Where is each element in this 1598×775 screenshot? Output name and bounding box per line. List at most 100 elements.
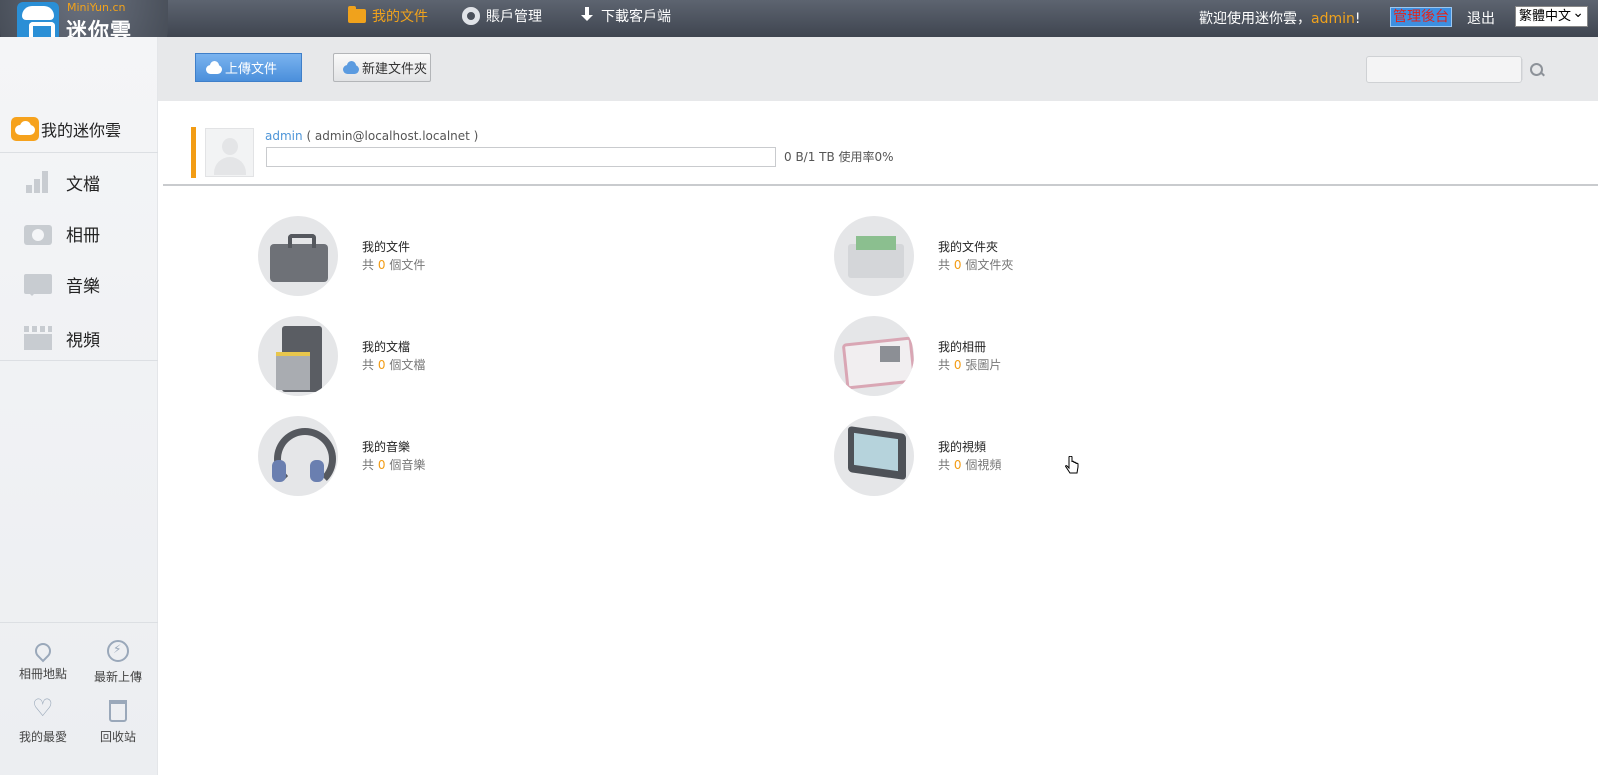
user-email: ( admin@localhost.localnet ): [306, 129, 479, 143]
count-suffix: 個文檔: [389, 358, 426, 372]
tool-recent-uploads[interactable]: 最新上傳: [88, 640, 148, 685]
category-count: 共 0 個文件: [362, 256, 425, 273]
category-count: 共 0 個視頻: [938, 456, 1001, 473]
sidebar-item-label: 相冊: [66, 225, 100, 246]
logo-icon[interactable]: [17, 2, 59, 42]
bar-chart-icon: [24, 169, 52, 195]
count-suffix: 張圖片: [965, 358, 1002, 372]
monitor-icon: [834, 416, 914, 496]
download-icon: [579, 7, 595, 25]
panel-divider: [163, 184, 1598, 186]
category-my-folders[interactable]: 我的文件夾 共 0 個文件夾: [834, 216, 1194, 296]
count-prefix: 共: [362, 258, 375, 272]
storage-quota-bar: [266, 147, 776, 167]
welcome-username: admin: [1311, 11, 1355, 27]
message-icon: [24, 274, 52, 296]
language-select-value: 繁體中文: [1519, 9, 1572, 24]
new-folder-label: 新建文件夾: [362, 62, 428, 77]
upload-file-button[interactable]: 上傳文件: [195, 53, 302, 82]
sidebar-item-label: 視頻: [66, 330, 100, 351]
tool-label: 相冊地點: [18, 667, 67, 681]
sidebar-tools: 相冊地點 最新上傳 我的最愛 回收站: [0, 622, 158, 744]
count-prefix: 共: [362, 358, 375, 372]
language-select[interactable]: 繁體中文: [1515, 4, 1588, 27]
category-my-documents[interactable]: 我的文檔 共 0 個文檔: [258, 316, 618, 396]
count-prefix: 共: [938, 458, 951, 472]
count-number: 0: [953, 258, 962, 272]
camera-icon: [24, 225, 52, 245]
count-number: 0: [377, 358, 386, 372]
search-input[interactable]: [1367, 57, 1517, 82]
clapperboard-icon: [24, 326, 52, 350]
nav-my-files-label: 我的文件: [372, 9, 428, 25]
cloud-add-icon: [343, 60, 359, 75]
nav-account-management[interactable]: 賬戶管理: [462, 0, 542, 32]
sidebar-divider: [0, 360, 158, 361]
logo-subtitle: MiniYun.cn: [67, 1, 126, 14]
user-panel-accent: [191, 127, 196, 178]
user-info: admin ( admin@localhost.localnet ): [265, 129, 478, 143]
location-pin-icon: [31, 639, 55, 663]
category-count: 共 0 個文件夾: [938, 256, 1013, 273]
sidebar-item-albums[interactable]: 相冊: [0, 211, 158, 255]
search-icon[interactable]: [1530, 63, 1544, 77]
briefcase-icon: [258, 216, 338, 296]
sidebar-item-label: 音樂: [66, 276, 100, 297]
heart-icon: [32, 694, 54, 722]
category-count: 共 0 個音樂: [362, 456, 425, 473]
category-my-music[interactable]: 我的音樂 共 0 個音樂: [258, 416, 618, 496]
tool-label: 我的最愛: [18, 730, 67, 744]
cloud-upload-icon: [206, 60, 222, 75]
nav-download-label: 下載客戶端: [601, 9, 671, 25]
photo-album-icon: [834, 316, 914, 396]
tool-album-locations[interactable]: 相冊地點: [13, 639, 73, 682]
count-prefix: 共: [938, 358, 951, 372]
count-prefix: 共: [362, 458, 375, 472]
sidebar-title[interactable]: 我的迷你雲: [11, 117, 121, 141]
nav-account-label: 賬戶管理: [486, 9, 542, 25]
count-number: 0: [953, 458, 962, 472]
tool-label: 回收站: [99, 730, 136, 744]
avatar[interactable]: [205, 128, 254, 177]
count-suffix: 個視頻: [965, 458, 1002, 472]
count-number: 0: [953, 358, 962, 372]
sidebar-item-music[interactable]: 音樂: [0, 262, 158, 306]
toolbar: 上傳文件 新建文件夾: [158, 37, 1598, 101]
category-title: 我的相冊: [938, 340, 987, 354]
user-name-link[interactable]: admin: [265, 129, 303, 143]
tool-favorites[interactable]: 我的最愛: [13, 694, 73, 745]
file-drawer-icon: [834, 216, 914, 296]
storage-quota-text: 0 B/1 TB 使用率0%: [784, 150, 894, 164]
count-suffix: 個文件夾: [965, 258, 1014, 272]
trash-icon: [109, 700, 127, 722]
upload-file-label: 上傳文件: [225, 62, 278, 77]
folder-icon: [348, 6, 366, 23]
lightning-icon: [107, 640, 129, 662]
category-my-files[interactable]: 我的文件 共 0 個文件: [258, 216, 618, 296]
category-title: 我的視頻: [938, 440, 987, 454]
admin-console-link[interactable]: 管理後台: [1390, 7, 1452, 27]
tool-label: 最新上傳: [93, 670, 142, 684]
sidebar-item-label: 文檔: [66, 174, 100, 195]
hand-cursor-icon: [1065, 456, 1079, 474]
nav-download-client[interactable]: 下載客戶端: [579, 0, 671, 32]
tool-recycle-bin[interactable]: 回收站: [88, 700, 148, 745]
search-divider: [1522, 59, 1523, 80]
new-folder-button[interactable]: 新建文件夾: [333, 53, 431, 82]
category-my-videos[interactable]: 我的視頻 共 0 個視頻: [834, 416, 1194, 496]
sidebar-item-videos[interactable]: 視頻: [0, 316, 158, 360]
logout-link[interactable]: 退出: [1467, 8, 1495, 28]
welcome-prefix: 歡迎使用迷你雲，: [1199, 11, 1311, 27]
welcome-message: 歡迎使用迷你雲，admin!: [1199, 8, 1361, 28]
top-bar: MiniYun.cn 迷你雲 我的文件 賬戶管理 下載客戶端 歡迎使用迷你雲，a…: [0, 0, 1598, 92]
sidebar-item-documents[interactable]: 文檔: [0, 160, 158, 204]
sidebar-divider: [0, 152, 158, 153]
headphones-icon: [258, 416, 338, 496]
category-my-albums[interactable]: 我的相冊 共 0 張圖片: [834, 316, 1194, 396]
count-suffix: 個音樂: [389, 458, 426, 472]
filing-cabinet-icon: [258, 316, 338, 396]
nav-my-files[interactable]: 我的文件: [348, 0, 428, 32]
count-suffix: 個文件: [389, 258, 426, 272]
cloud-icon: [11, 117, 39, 141]
count-number: 0: [377, 458, 386, 472]
